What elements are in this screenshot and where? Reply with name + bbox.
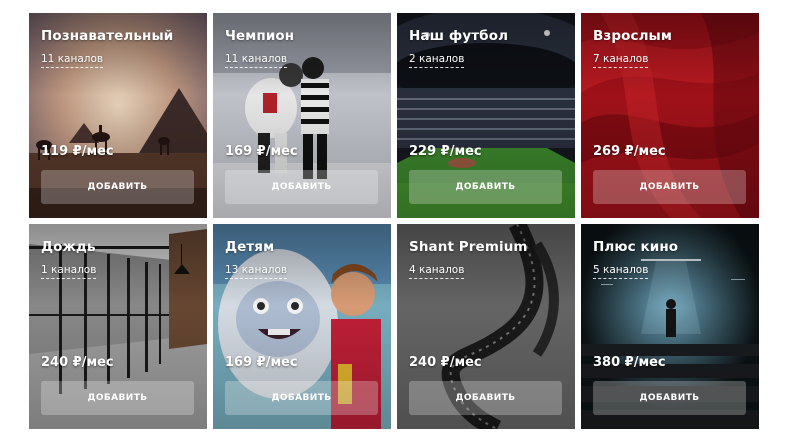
- package-title: Дождь: [41, 239, 96, 255]
- package-title: Познавательный: [41, 28, 174, 44]
- package-card-detyam[interactable]: Детям 13 каналов 169 ₽/мес ДОБАВИТЬ: [213, 224, 391, 429]
- package-card-vzroslym[interactable]: Взрослым 7 каналов 269 ₽/мес ДОБАВИТЬ: [581, 13, 759, 218]
- package-price: 240 ₽/мес: [41, 355, 114, 370]
- package-card-dozhd[interactable]: Дождь 1 каналов 240 ₽/мес ДОБАВИТЬ: [29, 224, 207, 429]
- channels-count-link[interactable]: 7 каналов: [593, 53, 649, 68]
- package-card-nash-futbol[interactable]: Наш футбол 2 каналов 229 ₽/мес ДОБАВИТЬ: [397, 13, 575, 218]
- channels-count-link[interactable]: 11 каналов: [225, 53, 288, 68]
- add-button[interactable]: ДОБАВИТЬ: [41, 170, 194, 204]
- package-price: 380 ₽/мес: [593, 355, 666, 370]
- package-card-plyus-kino[interactable]: Плюс кино 5 каналов 380 ₽/мес ДОБАВИТЬ: [581, 224, 759, 429]
- package-card-shant-premium[interactable]: Shant Premium 4 каналов 240 ₽/мес ДОБАВИ…: [397, 224, 575, 429]
- add-button[interactable]: ДОБАВИТЬ: [225, 170, 378, 204]
- add-button[interactable]: ДОБАВИТЬ: [409, 381, 562, 415]
- channels-count-link[interactable]: 1 каналов: [41, 264, 97, 279]
- package-title: Плюс кино: [593, 239, 679, 255]
- package-title: Взрослым: [593, 28, 673, 44]
- package-price: 240 ₽/мес: [409, 355, 482, 370]
- add-button[interactable]: ДОБАВИТЬ: [225, 381, 378, 415]
- add-button[interactable]: ДОБАВИТЬ: [593, 381, 746, 415]
- package-card-poznavatelny[interactable]: Познавательный 11 каналов 119 ₽/мес ДОБА…: [29, 13, 207, 218]
- channels-count-link[interactable]: 13 каналов: [225, 264, 288, 279]
- package-title: Детям: [225, 239, 275, 255]
- package-price: 169 ₽/мес: [225, 355, 298, 370]
- add-button[interactable]: ДОБАВИТЬ: [41, 381, 194, 415]
- channels-count-link[interactable]: 2 каналов: [409, 53, 465, 68]
- package-price: 169 ₽/мес: [225, 144, 298, 159]
- package-price: 119 ₽/мес: [41, 144, 114, 159]
- package-price: 229 ₽/мес: [409, 144, 482, 159]
- channels-count-link[interactable]: 5 каналов: [593, 264, 649, 279]
- package-title: Чемпион: [225, 28, 295, 44]
- package-title: Наш футбол: [409, 28, 509, 44]
- package-price: 269 ₽/мес: [593, 144, 666, 159]
- add-button[interactable]: ДОБАВИТЬ: [593, 170, 746, 204]
- channels-count-link[interactable]: 11 каналов: [41, 53, 104, 68]
- package-card-chempion[interactable]: Чемпион 11 каналов 169 ₽/мес ДОБАВИТЬ: [213, 13, 391, 218]
- package-title: Shant Premium: [409, 239, 528, 255]
- add-button[interactable]: ДОБАВИТЬ: [409, 170, 562, 204]
- channels-count-link[interactable]: 4 каналов: [409, 264, 465, 279]
